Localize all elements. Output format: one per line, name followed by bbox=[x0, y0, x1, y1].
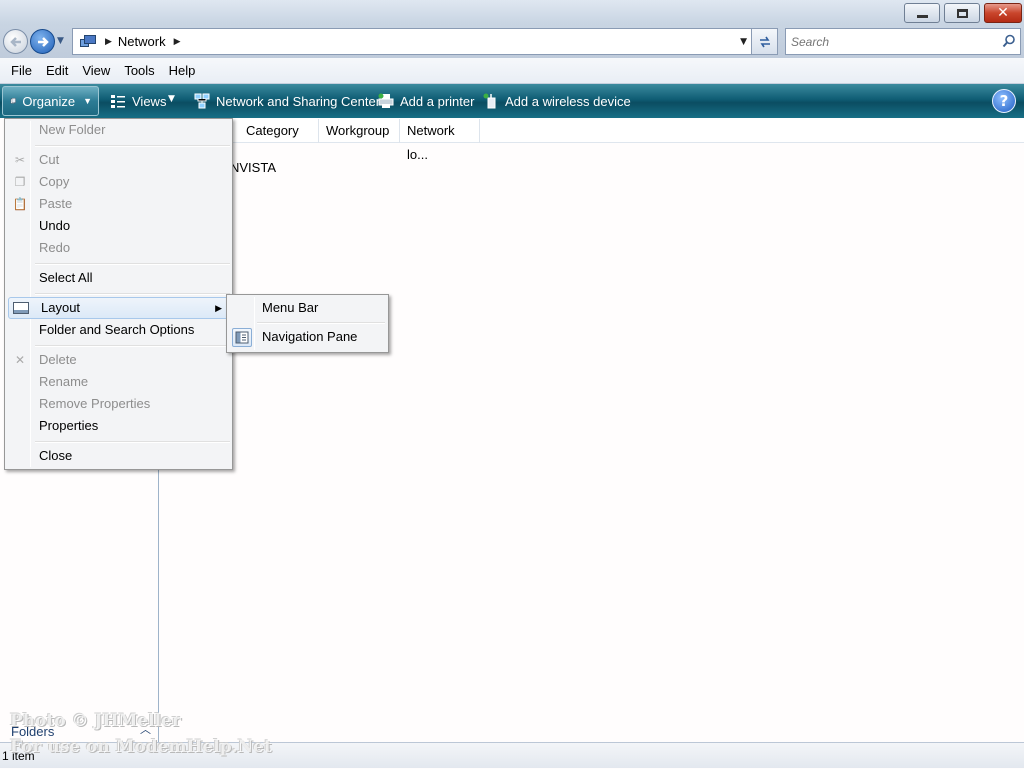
close-button[interactable]: ✕ bbox=[984, 3, 1022, 23]
menu-item-select-all[interactable]: Select All bbox=[7, 267, 230, 289]
menu-item-undo[interactable]: Undo bbox=[7, 215, 230, 237]
delete-icon: ✕ bbox=[14, 353, 26, 367]
forward-button[interactable] bbox=[30, 29, 55, 54]
layout-submenu: Menu Bar Navigation Pane bbox=[226, 294, 389, 353]
views-label: Views bbox=[132, 93, 167, 109]
menu-item-delete[interactable]: ✕ Delete bbox=[7, 349, 230, 371]
menu-help[interactable]: Help bbox=[162, 58, 203, 84]
add-wireless-device-button[interactable]: Add a wireless device bbox=[477, 86, 637, 116]
column-header-workgroup[interactable]: Workgroup bbox=[319, 119, 400, 143]
chevron-down-icon: ▼ bbox=[83, 96, 92, 106]
restore-icon bbox=[956, 8, 968, 18]
menu-item-navigation-pane[interactable]: Navigation Pane bbox=[229, 326, 386, 348]
menu-bar: File Edit View Tools Help bbox=[0, 58, 1024, 84]
status-bar: 1 item bbox=[0, 742, 1024, 768]
breadcrumb-network[interactable]: Network bbox=[118, 34, 166, 49]
refresh-button[interactable] bbox=[752, 28, 778, 55]
restore-button[interactable] bbox=[944, 3, 980, 23]
menu-separator bbox=[35, 145, 230, 147]
back-arrow-icon bbox=[9, 36, 21, 47]
menu-separator bbox=[35, 293, 230, 295]
views-icon bbox=[111, 95, 125, 108]
checked-indicator bbox=[232, 328, 252, 347]
menu-view[interactable]: View bbox=[75, 58, 117, 84]
address-dropdown-icon[interactable]: ▼ bbox=[740, 37, 747, 47]
column-header-network-location[interactable]: Network lo... bbox=[400, 119, 480, 162]
menu-separator bbox=[35, 441, 230, 443]
printer-icon bbox=[378, 93, 394, 108]
folders-label: Folders bbox=[11, 723, 55, 739]
menu-item-cut[interactable]: ✂ Cut bbox=[7, 149, 230, 171]
add-wireless-label: Add a wireless device bbox=[505, 93, 631, 109]
menu-item-new-folder[interactable]: New Folder bbox=[7, 119, 230, 141]
refresh-icon bbox=[759, 36, 770, 47]
add-printer-button[interactable]: Add a printer bbox=[372, 86, 480, 116]
copy-icon: ❐ bbox=[14, 175, 26, 189]
search-input[interactable] bbox=[791, 34, 991, 49]
add-printer-label: Add a printer bbox=[400, 93, 475, 109]
menu-item-menu-bar[interactable]: Menu Bar bbox=[229, 297, 386, 319]
network-computer-item[interactable]: NVISTA bbox=[230, 160, 276, 175]
organize-icon bbox=[10, 98, 16, 104]
menu-separator bbox=[257, 322, 385, 324]
breadcrumb-separator-icon[interactable]: ▶ bbox=[174, 37, 181, 47]
views-button[interactable]: Views bbox=[104, 86, 172, 116]
menu-item-rename[interactable]: Rename bbox=[7, 371, 230, 393]
help-button[interactable]: ? bbox=[992, 89, 1016, 113]
menu-edit[interactable]: Edit bbox=[39, 58, 75, 84]
wireless-device-icon bbox=[483, 93, 496, 109]
command-bar: Organize ▼ Views ▼ Network and Sharing C… bbox=[0, 84, 1024, 118]
organize-label: Organize bbox=[22, 93, 76, 109]
search-icon[interactable] bbox=[1002, 34, 1016, 48]
forward-arrow-icon bbox=[37, 36, 49, 47]
column-header-category[interactable]: Category bbox=[239, 119, 319, 143]
navigation-pane-icon bbox=[235, 331, 249, 344]
address-bar[interactable]: ▶ Network ▶ ▼ bbox=[72, 28, 752, 55]
scissors-icon: ✂ bbox=[14, 153, 26, 167]
menu-item-redo[interactable]: Redo bbox=[7, 237, 230, 259]
breadcrumb-separator-icon[interactable]: ▶ bbox=[105, 37, 112, 47]
menu-item-copy[interactable]: ❐ Copy bbox=[7, 171, 230, 193]
recent-pages-chevron-icon[interactable]: ▼ bbox=[57, 36, 64, 46]
column-headers: Category Workgroup Network lo... bbox=[159, 119, 1024, 162]
menu-item-close[interactable]: Close bbox=[7, 445, 230, 467]
views-chevron-down-icon[interactable]: ▼ bbox=[168, 94, 175, 104]
close-icon: ✕ bbox=[997, 5, 1009, 21]
menu-item-layout[interactable]: Layout ▶ bbox=[8, 297, 230, 319]
back-button[interactable] bbox=[3, 29, 28, 54]
minimize-icon bbox=[916, 14, 928, 18]
help-icon: ? bbox=[999, 92, 1009, 110]
network-sharing-center-button[interactable]: Network and Sharing Center bbox=[188, 86, 386, 116]
menu-item-remove-properties[interactable]: Remove Properties bbox=[7, 393, 230, 415]
paste-icon: 📋 bbox=[12, 197, 28, 211]
network-sharing-label: Network and Sharing Center bbox=[216, 93, 381, 109]
search-box[interactable] bbox=[785, 28, 1021, 55]
network-sharing-icon bbox=[194, 93, 210, 109]
menu-separator bbox=[35, 263, 230, 265]
layout-icon bbox=[13, 302, 29, 314]
menu-item-folder-search-options[interactable]: Folder and Search Options bbox=[7, 319, 230, 341]
menu-tools[interactable]: Tools bbox=[117, 58, 161, 84]
organize-button[interactable]: Organize ▼ bbox=[2, 86, 99, 116]
title-bar: ✕ ▼ ▶ Network ▶ ▼ bbox=[0, 0, 1024, 58]
folders-bar[interactable]: Folders ︿ bbox=[0, 720, 158, 742]
item-count: 1 item bbox=[2, 749, 35, 763]
menu-item-properties[interactable]: Properties bbox=[7, 415, 230, 437]
minimize-button[interactable] bbox=[904, 3, 940, 23]
submenu-arrow-icon: ▶ bbox=[215, 303, 222, 313]
chevron-up-icon: ︿ bbox=[140, 724, 151, 736]
menu-separator bbox=[35, 345, 230, 347]
menu-item-paste[interactable]: 📋 Paste bbox=[7, 193, 230, 215]
menu-file[interactable]: File bbox=[4, 58, 39, 84]
organize-menu: New Folder ✂ Cut ❐ Copy 📋 Paste Undo Redo S… bbox=[4, 118, 233, 470]
network-icon bbox=[79, 34, 97, 50]
